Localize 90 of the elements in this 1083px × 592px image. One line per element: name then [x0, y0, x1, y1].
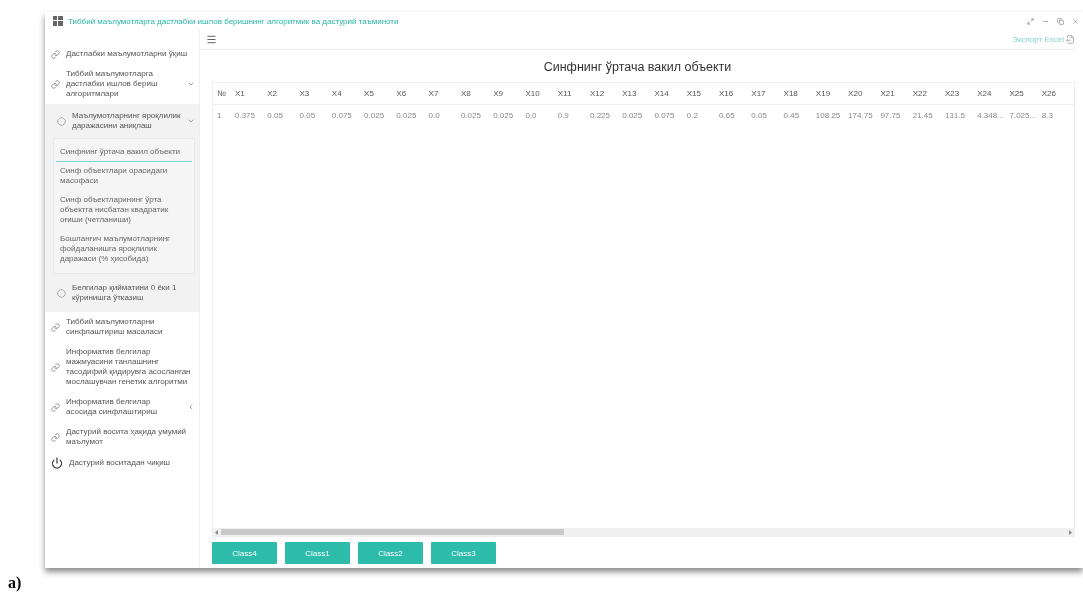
scroll-right-icon[interactable] [1068, 529, 1072, 535]
table-cell-text: 0.9 [557, 110, 570, 120]
table-cell-text: 0.025 [493, 110, 515, 120]
table-cell-text: 21.45 [912, 110, 934, 120]
column-header: X3 [299, 89, 311, 98]
table-cell-text: 4.348... [977, 110, 1005, 120]
close-icon[interactable] [1072, 17, 1079, 25]
column-header: X10 [525, 89, 541, 98]
submenu-item[interactable]: Бошланғич маълумотларнинг фойдаланишга яроқлилик даражаси (% ҳисобида) [56, 230, 192, 269]
link-icon [51, 362, 60, 372]
column-header: X23 [944, 89, 961, 98]
table-cell-text: 0.375 [235, 110, 257, 120]
table-cell-text: 97.75 [880, 110, 902, 120]
link-icon [51, 322, 60, 332]
table-cell-text: 0.075 [654, 110, 676, 120]
sidebar-item[interactable]: Маълумотларнинг яроқлилик даражасини аниқлаш [45, 106, 199, 136]
column-header: X13 [622, 89, 638, 98]
column-header: № [217, 89, 227, 98]
link-icon [51, 79, 60, 89]
link-icon [51, 402, 60, 412]
sidebar-item[interactable]: Информатив белгилар асосида синфлаштириш [45, 392, 199, 422]
sidebar-item[interactable]: Тиббий маълумотларга дастлабки ишлов бериш алгоритмлари [45, 64, 199, 104]
export-icon [1066, 35, 1075, 44]
column-header: X7 [428, 89, 440, 98]
sidebar-item[interactable]: Дастурий воситадан чиқиш [45, 452, 199, 474]
power-icon [51, 457, 63, 469]
chevron-down-icon [187, 80, 195, 88]
column-header: X25 [1009, 89, 1025, 98]
column-header: X20 [848, 89, 864, 98]
table-cell-text: 0.05 [751, 110, 768, 120]
scroll-left-icon[interactable] [215, 529, 219, 535]
column-header: X1 [235, 89, 246, 98]
table-cell-text: 0.45 [783, 110, 801, 120]
sidebar-item[interactable]: Информатив белгилар мажмуасини танлашнинг тасодифий қидирувга асосланган мослашувчан генетик алгоритми [45, 342, 199, 392]
column-header: X8 [460, 89, 472, 98]
table-cell-text: 131.5 [944, 110, 966, 120]
ring-icon [57, 116, 66, 126]
table-cell-text: 0.05 [267, 110, 284, 120]
table-cell-text: 174.75 [848, 110, 874, 120]
fullscreen-icon[interactable] [1027, 17, 1034, 25]
column-header: X9 [493, 89, 504, 98]
column-header: X16 [719, 89, 735, 98]
column-header: X21 [880, 89, 896, 98]
table-cell-text: 0.65 [719, 110, 736, 120]
table-cell-text: 0.075 [331, 110, 353, 120]
table-cell-text: 8.3 [1041, 110, 1054, 120]
table-cell-text: 0.2 [686, 110, 699, 120]
column-header: X11 [557, 89, 573, 98]
ring-icon [57, 288, 66, 298]
column-header: X12 [589, 89, 606, 98]
table-cell-text: 0.025 [622, 110, 644, 120]
sidebar-item[interactable]: Тиббий маълумотларни синфлаштириш масаласи [45, 312, 199, 342]
table-cell-text: 0.025 [460, 110, 482, 120]
table-cell-text: 0.05 [299, 110, 317, 120]
sidebar-item[interactable]: Дастурий восита ҳақида умумий маълумот [45, 422, 199, 452]
column-header: X15 [686, 89, 702, 98]
restore-icon[interactable] [1057, 17, 1064, 25]
chevron-left-icon [187, 403, 195, 411]
submenu-item[interactable]: Синф объектларининг ўрта объектга нисбатан квадратик оғиши (четланиши) [56, 191, 192, 230]
sidebar-item[interactable]: Дастлабки маълумотларни ўқиш [45, 44, 199, 64]
chevron-down-icon [187, 117, 195, 125]
table-cell-text: 0.025 [396, 110, 418, 120]
submenu-item[interactable]: Синфнинг ўртача вакил объекти [56, 143, 192, 162]
app-logo-icon [53, 16, 63, 26]
table-cell-text: 1 [217, 110, 223, 120]
link-icon [51, 49, 60, 59]
column-header: X24 [977, 89, 993, 98]
column-header: X5 [364, 89, 375, 98]
column-header: X4 [331, 89, 343, 98]
page-title: Синфнинг ўртача вакил объекти [542, 60, 733, 74]
column-header: X14 [654, 89, 670, 98]
table-cell-text: 0.0 [428, 110, 441, 120]
submenu-item[interactable]: Синф объектлари орасидаги масофаси [56, 162, 192, 191]
table-cell-text: 0.0 [525, 110, 538, 120]
table-cell-text: 108.25 [815, 110, 842, 120]
column-header: X26 [1041, 89, 1057, 98]
sidebar-item[interactable]: Белгилар қийматини 0 ёки 1 кўринишга ўтказиш [45, 278, 199, 308]
column-header: X19 [815, 89, 832, 98]
column-header: X18 [783, 89, 799, 98]
figure-caption: a) [7, 573, 23, 592]
window-title: Тиббий маълумотларга дастлабки ишлов беришнинг алгоритмик ва дастурий таъминоти [68, 16, 400, 26]
table-cell-text: 0.025 [364, 110, 386, 120]
table-cell-text: 7.025... [1009, 110, 1038, 120]
column-header: X2 [267, 89, 279, 98]
table-cell-text: 0.225 [589, 110, 611, 120]
column-header: X22 [912, 89, 928, 98]
column-header: X6 [396, 89, 408, 98]
link-icon [51, 432, 60, 442]
menu-icon[interactable] [206, 34, 217, 45]
column-header: X17 [751, 89, 767, 98]
